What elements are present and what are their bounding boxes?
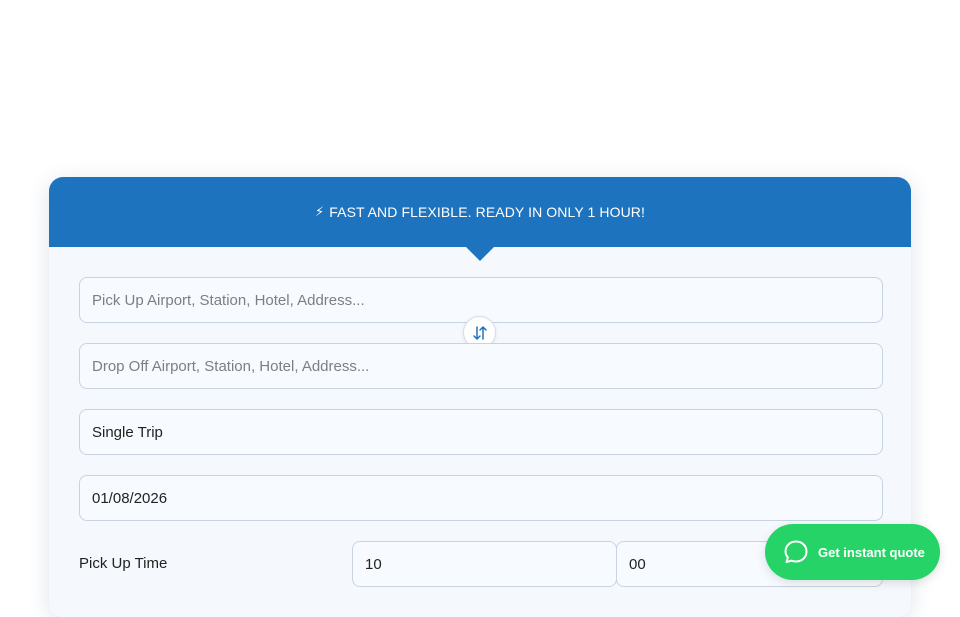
pickup-minute-value: 00	[629, 555, 646, 573]
pickup-time-label: Pick Up Time	[79, 555, 168, 572]
pickup-location-input[interactable]	[92, 291, 870, 309]
banner-notch	[466, 247, 494, 261]
date-value: 01/08/2026	[92, 489, 168, 507]
dropoff-location-input[interactable]	[92, 357, 870, 375]
promo-banner: ⚡ FAST AND FLEXIBLE. READY IN ONLY 1 HOU…	[49, 177, 911, 247]
lightning-bolt-icon: ⚡	[315, 204, 325, 219]
dropoff-location-field[interactable]	[79, 343, 883, 389]
trip-type-select[interactable]: Single Trip	[79, 409, 883, 455]
date-field[interactable]: 01/08/2026	[79, 475, 883, 521]
trip-type-value: Single Trip	[92, 423, 163, 441]
chat-bubble-icon	[784, 540, 808, 563]
chat-label: Get instant quote	[818, 544, 925, 560]
pickup-hour-select[interactable]: 10	[352, 541, 617, 587]
instant-quote-chat-button[interactable]: Get instant quote	[765, 524, 940, 580]
pickup-hour-value: 10	[365, 555, 382, 573]
swap-arrows-icon	[472, 325, 487, 340]
banner-text: FAST AND FLEXIBLE. READY IN ONLY 1 HOUR!	[329, 204, 645, 220]
